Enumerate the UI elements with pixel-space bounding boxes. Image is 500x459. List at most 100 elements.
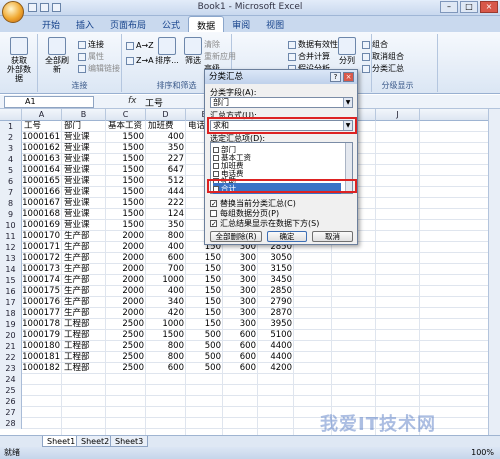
row-header[interactable]: 27 [0, 407, 22, 418]
grid-cell[interactable] [376, 154, 420, 165]
grid-cell[interactable] [223, 396, 258, 407]
grid-cell[interactable]: 2000 [106, 253, 146, 264]
grid-cell[interactable]: 1000175 [22, 286, 62, 297]
grid-cell[interactable]: 600 [223, 363, 258, 374]
grid-cell[interactable] [332, 319, 376, 330]
grid-cell[interactable] [332, 264, 376, 275]
grid-cell[interactable]: 400 [146, 242, 186, 253]
grid-cell[interactable]: 1000172 [22, 253, 62, 264]
grid-cell[interactable]: 1500 [106, 154, 146, 165]
grid-cell[interactable]: 1500 [106, 209, 146, 220]
properties-button[interactable]: 属性 [78, 51, 104, 62]
row-header[interactable]: 6 [0, 176, 22, 187]
grid-cell[interactable]: 150 [186, 275, 223, 286]
grid-cell[interactable] [258, 407, 294, 418]
grid-cell[interactable]: 生产部 [62, 264, 106, 275]
grid-cell[interactable] [294, 341, 332, 352]
grid-cell[interactable] [376, 341, 420, 352]
grid-cell[interactable] [294, 330, 332, 341]
vertical-scrollbar[interactable] [488, 109, 500, 435]
grid-cell[interactable]: 1000169 [22, 220, 62, 231]
grid-cell[interactable]: 1000164 [22, 165, 62, 176]
grid-cell[interactable] [294, 396, 332, 407]
grid-cell[interactable]: 647 [146, 165, 186, 176]
grid-cell[interactable] [376, 264, 420, 275]
row-header[interactable]: 16 [0, 286, 22, 297]
tab-formulas[interactable]: 公式 [154, 16, 188, 32]
row-header[interactable]: 12 [0, 242, 22, 253]
sort-asc-button[interactable]: A→Z [126, 41, 154, 50]
grid-cell[interactable] [376, 275, 420, 286]
grid-cell[interactable]: 工号 [22, 121, 62, 132]
row-header[interactable]: 1 [0, 121, 22, 132]
grid-cell[interactable] [106, 418, 146, 429]
grid-cell[interactable]: 2000 [106, 264, 146, 275]
tab-insert[interactable]: 插入 [68, 16, 102, 32]
connections-button[interactable]: 连接 [78, 39, 104, 50]
grid-cell[interactable]: 营业课 [62, 165, 106, 176]
tab-page-layout[interactable]: 页面布局 [102, 16, 154, 32]
grid-cell[interactable]: 工程部 [62, 363, 106, 374]
row-header[interactable]: 3 [0, 143, 22, 154]
grid-cell[interactable] [332, 330, 376, 341]
tab-home[interactable]: 开始 [34, 16, 68, 32]
grid-cell[interactable]: 1000179 [22, 330, 62, 341]
grid-cell[interactable]: 512 [146, 176, 186, 187]
grid-cell[interactable]: 生产部 [62, 231, 106, 242]
grid-cell[interactable]: 150 [186, 308, 223, 319]
grid-cell[interactable]: 1000166 [22, 187, 62, 198]
fx-icon[interactable]: fx [128, 96, 137, 106]
grid-cell[interactable]: 1000168 [22, 209, 62, 220]
grid-cell[interactable]: 1000171 [22, 242, 62, 253]
group-button[interactable]: 组合 [362, 39, 388, 50]
grid-cell[interactable] [332, 275, 376, 286]
grid-cell[interactable] [376, 231, 420, 242]
grid-cell[interactable] [106, 407, 146, 418]
grid-cell[interactable] [146, 374, 186, 385]
grid-cell[interactable]: 2000 [106, 275, 146, 286]
row-header[interactable]: 4 [0, 154, 22, 165]
grid-cell[interactable] [332, 341, 376, 352]
grid-cell[interactable] [376, 330, 420, 341]
grid-cell[interactable] [294, 308, 332, 319]
grid-cell[interactable]: 800 [146, 231, 186, 242]
grid-cell[interactable]: 加班费 [146, 121, 186, 132]
row-header[interactable]: 19 [0, 319, 22, 330]
grid-cell[interactable]: 生产部 [62, 253, 106, 264]
grid-cell[interactable] [376, 385, 420, 396]
grid-cell[interactable]: 500 [186, 341, 223, 352]
grid-cell[interactable]: 300 [223, 253, 258, 264]
grid-cell[interactable] [62, 418, 106, 429]
grid-cell[interactable]: 部门 [62, 121, 106, 132]
ungroup-button[interactable]: 取消组合 [362, 51, 404, 62]
remove-all-button[interactable]: 全部删除(R) [210, 231, 262, 242]
grid-cell[interactable] [223, 407, 258, 418]
grid-cell[interactable]: 600 [223, 352, 258, 363]
grid-cell[interactable]: 营业课 [62, 176, 106, 187]
grid-cell[interactable]: 1000181 [22, 352, 62, 363]
grid-cell[interactable]: 1000 [146, 319, 186, 330]
grid-cell[interactable]: 2000 [106, 308, 146, 319]
grid-cell[interactable] [294, 374, 332, 385]
grid-cell[interactable]: 150 [186, 253, 223, 264]
grid-cell[interactable]: 124 [146, 209, 186, 220]
grid-cell[interactable]: 1500 [106, 176, 146, 187]
grid-cell[interactable]: 2500 [106, 330, 146, 341]
grid-cell[interactable]: 1000163 [22, 154, 62, 165]
name-box[interactable]: A1 [4, 96, 94, 108]
dialog-close-button[interactable]: × [343, 72, 354, 82]
grid-cell[interactable] [186, 396, 223, 407]
grid-cell[interactable]: 2000 [106, 286, 146, 297]
grid-cell[interactable]: 800 [146, 352, 186, 363]
grid-cell[interactable] [186, 418, 223, 429]
row-header[interactable]: 8 [0, 198, 22, 209]
grid-cell[interactable] [332, 286, 376, 297]
grid-cell[interactable] [258, 385, 294, 396]
tab-review[interactable]: 审阅 [224, 16, 258, 32]
grid-cell[interactable]: 3150 [258, 264, 294, 275]
grid-cell[interactable] [223, 374, 258, 385]
grid-cell[interactable]: 1500 [146, 330, 186, 341]
grid-cell[interactable]: 生产部 [62, 242, 106, 253]
grid-cell[interactable] [332, 297, 376, 308]
grid-cell[interactable] [376, 308, 420, 319]
